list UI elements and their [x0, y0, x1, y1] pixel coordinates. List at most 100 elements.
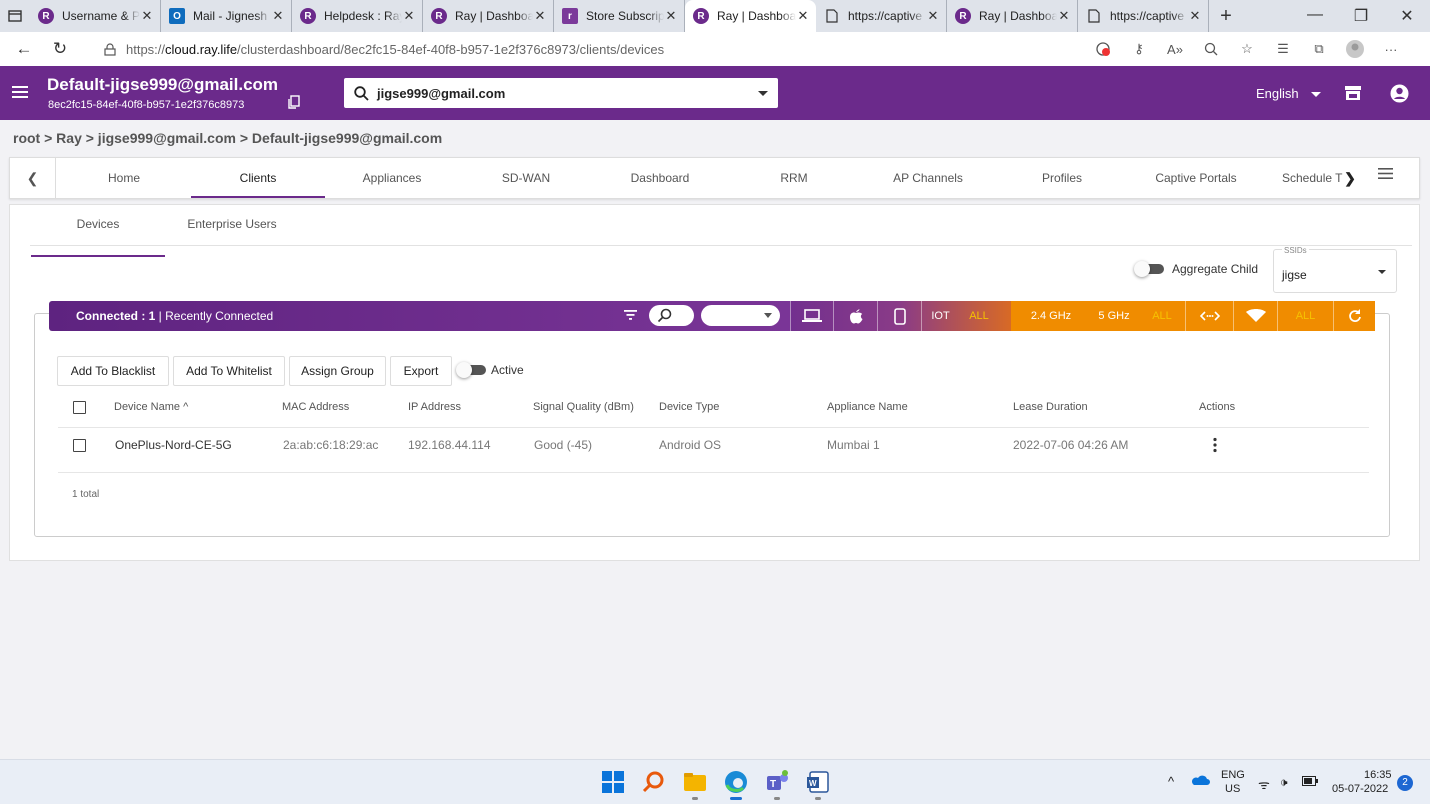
- tab-captive-portals[interactable]: Captive Portals: [1136, 158, 1256, 198]
- close-icon[interactable]: ✕: [926, 8, 940, 24]
- user-account-icon[interactable]: [1390, 84, 1409, 103]
- close-icon[interactable]: ✕: [140, 8, 154, 24]
- input-language[interactable]: ENG: [1221, 769, 1245, 781]
- filter-connection-all[interactable]: ALL: [1277, 301, 1333, 331]
- zoom-icon[interactable]: [1193, 42, 1229, 56]
- close-icon[interactable]: ✕: [271, 8, 285, 24]
- subtab-devices[interactable]: Devices: [31, 217, 165, 257]
- clock-date[interactable]: 05-07-2022: [1332, 783, 1388, 795]
- refresh-icon[interactable]: ↻: [42, 39, 78, 59]
- filter-iot[interactable]: IOT: [921, 301, 959, 331]
- notification-badge[interactable]: 2: [1397, 775, 1413, 791]
- more-icon[interactable]: ···: [1373, 42, 1409, 57]
- restore-icon[interactable]: ❐: [1338, 6, 1384, 26]
- account-search-field[interactable]: jigse999@gmail.com: [344, 78, 778, 108]
- list-menu-icon[interactable]: [1378, 168, 1393, 179]
- assign-group-button[interactable]: Assign Group: [289, 356, 386, 386]
- store-icon[interactable]: [1344, 85, 1362, 101]
- edge-browser-icon[interactable]: [723, 769, 749, 800]
- clock-time[interactable]: 16:35: [1364, 769, 1392, 781]
- filter-dropdown[interactable]: [701, 305, 780, 326]
- copy-icon[interactable]: [288, 95, 300, 109]
- filter-freq-all[interactable]: ALL: [1139, 301, 1185, 331]
- browser-tab[interactable]: https://captive ✕: [816, 0, 947, 32]
- tab-profiles[interactable]: Profiles: [1002, 158, 1122, 198]
- browser-tab[interactable]: R Username & P ✕: [30, 0, 161, 32]
- refresh-icon[interactable]: [1333, 301, 1375, 331]
- export-button[interactable]: Export: [390, 356, 452, 386]
- file-explorer-icon[interactable]: [682, 769, 708, 800]
- close-icon[interactable]: ✕: [664, 8, 678, 24]
- close-icon[interactable]: ✕: [533, 8, 547, 24]
- filter-icon[interactable]: [624, 309, 637, 321]
- nav-scroll-right-icon[interactable]: ❯: [1338, 158, 1362, 198]
- window-close-icon[interactable]: ✕: [1384, 6, 1430, 26]
- menu-icon[interactable]: [12, 86, 28, 98]
- row-actions-icon[interactable]: [1212, 437, 1218, 453]
- teams-icon[interactable]: T: [764, 769, 790, 800]
- onedrive-icon[interactable]: [1190, 774, 1210, 786]
- tracking-icon[interactable]: [1085, 41, 1121, 57]
- chevron-down-icon[interactable]: [758, 90, 768, 96]
- url-field[interactable]: https://cloud.ray.life/clusterdashboard/…: [104, 37, 978, 61]
- row-checkbox[interactable]: [73, 439, 86, 452]
- minimize-icon[interactable]: —: [1292, 6, 1338, 26]
- close-icon[interactable]: ✕: [402, 8, 416, 24]
- profile-icon[interactable]: [1337, 39, 1373, 59]
- mobile-icon[interactable]: [877, 301, 921, 331]
- tab-dashboard[interactable]: Dashboard: [600, 158, 720, 198]
- tab-ap-channels[interactable]: AP Channels: [868, 158, 988, 198]
- tab-actions-icon[interactable]: [0, 0, 30, 32]
- wifi-icon[interactable]: [1233, 301, 1277, 331]
- wired-connection-icon[interactable]: [1185, 301, 1233, 331]
- apple-icon[interactable]: [833, 301, 877, 331]
- close-icon[interactable]: ✕: [796, 8, 810, 24]
- close-icon[interactable]: ✕: [1057, 8, 1071, 24]
- select-all-checkbox[interactable]: [73, 401, 86, 414]
- tab-clients[interactable]: Clients: [191, 158, 325, 198]
- breadcrumb[interactable]: root > Ray > jigse999@gmail.com > Defaul…: [13, 130, 442, 146]
- add-to-blacklist-button[interactable]: Add To Blacklist: [57, 356, 169, 386]
- tab-appliances[interactable]: Appliances: [332, 158, 452, 198]
- laptop-icon[interactable]: [790, 301, 833, 331]
- add-to-whitelist-button[interactable]: Add To Whitelist: [173, 356, 285, 386]
- browser-tab-active[interactable]: R Ray | Dashboa ✕: [685, 0, 816, 32]
- windows-start-icon[interactable]: [600, 769, 626, 795]
- favorite-add-icon[interactable]: ☆: [1229, 41, 1265, 57]
- filter-device-all[interactable]: ALL: [959, 301, 999, 331]
- chevron-up-icon[interactable]: ^: [1168, 774, 1174, 789]
- tab-home[interactable]: Home: [66, 158, 182, 198]
- input-region[interactable]: US: [1225, 783, 1240, 795]
- active-toggle[interactable]: [456, 362, 486, 378]
- browser-tab[interactable]: O Mail - Jignesh ✕: [161, 0, 292, 32]
- language-select[interactable]: English: [1256, 86, 1299, 101]
- search-icon[interactable]: [641, 769, 667, 795]
- collections-icon[interactable]: ⧉: [1301, 41, 1337, 57]
- new-tab-icon[interactable]: +: [1213, 5, 1239, 28]
- ssid-select[interactable]: SSIDs jigse: [1273, 246, 1397, 293]
- browser-tab[interactable]: https://captive ✕: [1078, 0, 1209, 32]
- device-search-input[interactable]: [649, 305, 694, 326]
- filter-5ghz[interactable]: 5 GHz: [1089, 301, 1139, 331]
- close-icon[interactable]: ✕: [1188, 8, 1202, 24]
- aggregate-child-toggle[interactable]: [1134, 261, 1164, 277]
- tab-rrm[interactable]: RRM: [734, 158, 854, 198]
- read-aloud-icon[interactable]: A»: [1157, 42, 1193, 57]
- battery-icon[interactable]: [1302, 776, 1318, 786]
- column-header-device-name[interactable]: Device Name ^: [114, 401, 188, 413]
- tab-sd-wan[interactable]: SD-WAN: [466, 158, 586, 198]
- subtab-enterprise-users[interactable]: Enterprise Users: [170, 217, 294, 245]
- browser-tab[interactable]: R Helpdesk : Ray ✕: [292, 0, 423, 32]
- wifi-status-icon[interactable]: ᯤ: [1258, 775, 1270, 793]
- language-dropdown-icon[interactable]: [1311, 92, 1321, 97]
- browser-tab[interactable]: R Ray | Dashboa ✕: [947, 0, 1078, 32]
- back-icon[interactable]: ←: [6, 39, 42, 59]
- volume-icon[interactable]: 🕩: [1280, 775, 1288, 790]
- nav-scroll-left-icon[interactable]: ❮: [10, 158, 56, 198]
- key-icon[interactable]: ⚷: [1121, 41, 1157, 57]
- filter-2-4ghz[interactable]: 2.4 GHz: [1025, 301, 1077, 331]
- favorites-icon[interactable]: ☰: [1265, 41, 1301, 57]
- connection-status[interactable]: Connected : 1 | Recently Connected: [76, 309, 273, 323]
- browser-tab[interactable]: R Ray | Dashboa ✕: [423, 0, 554, 32]
- browser-tab[interactable]: r Store Subscrip ✕: [554, 0, 685, 32]
